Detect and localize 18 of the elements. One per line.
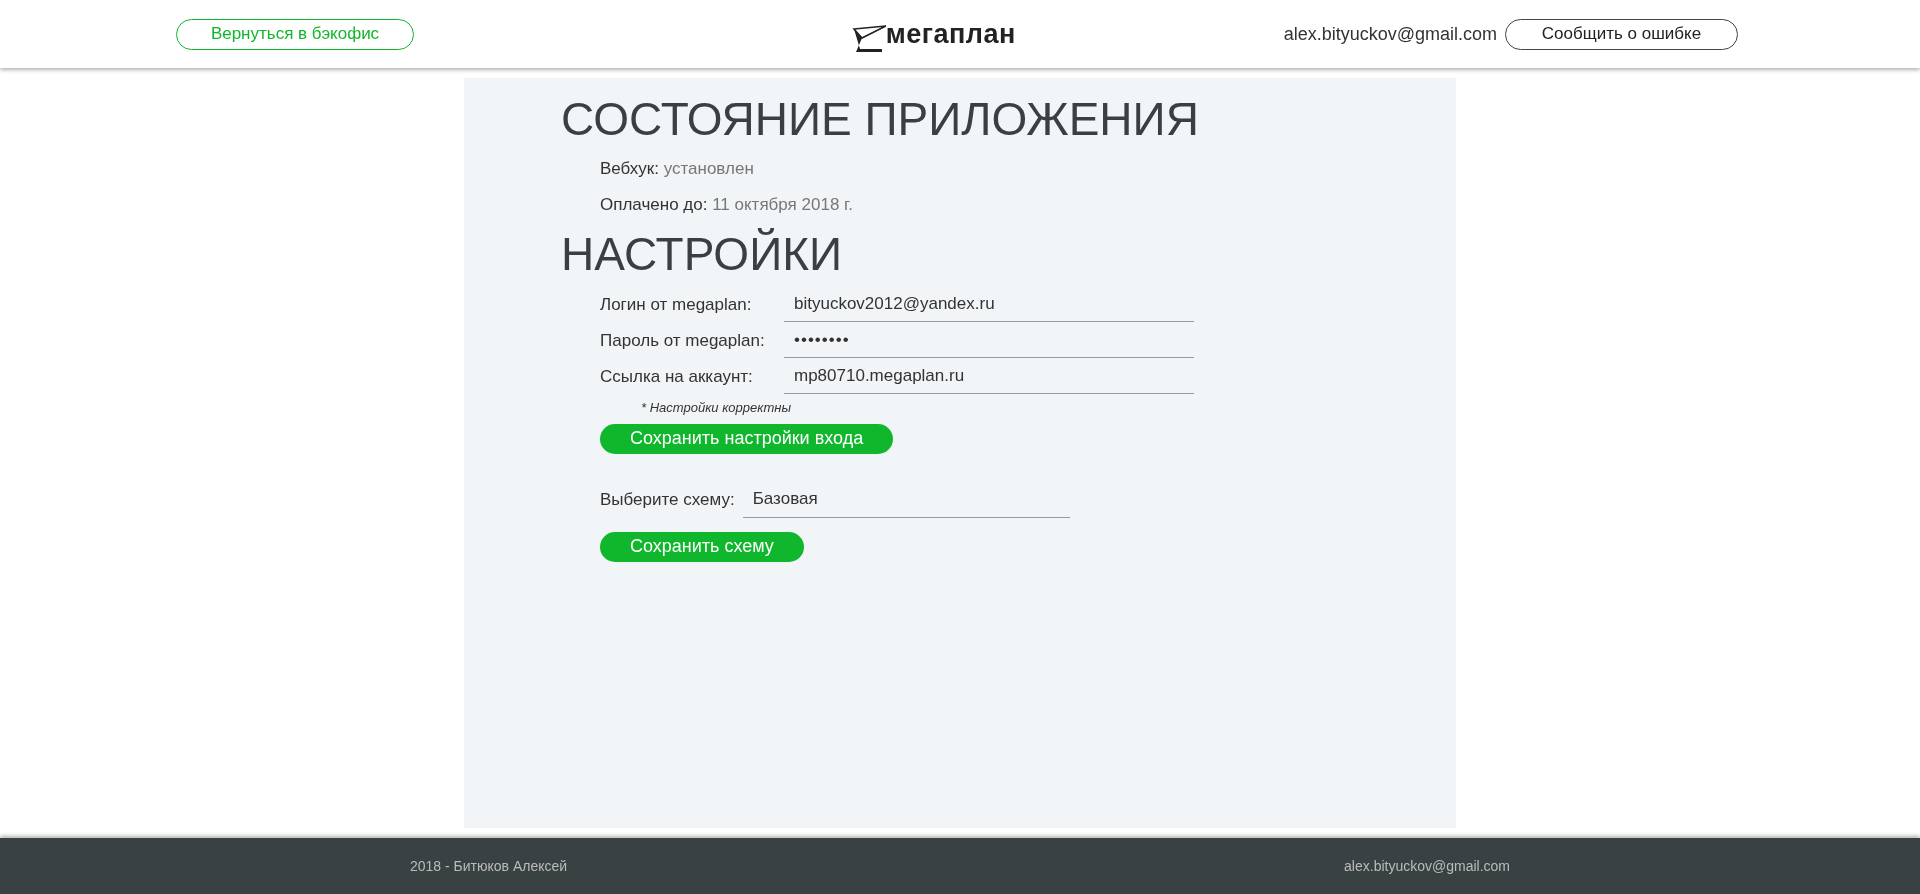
field-label: Логин от megaplan: xyxy=(600,293,753,316)
field-label: Ссылка на аккаунт: xyxy=(600,365,754,388)
input-field[interactable]: mp80710.megaplan.ru xyxy=(784,358,1194,395)
section-heading: СОСТОЯНИЕ ПРИЛОЖЕНИЯ xyxy=(561,92,1200,147)
input-field[interactable]: bityuckov2012@yandex.ru xyxy=(784,286,1194,323)
status-line: Вебхук: установлен xyxy=(600,158,755,181)
scheme-select[interactable]: Базовая xyxy=(742,481,1070,518)
password-field[interactable]: •••••••• xyxy=(784,322,1194,359)
field-label: Пароль от megaplan: xyxy=(600,329,766,352)
section-heading: НАСТРОЙКИ xyxy=(561,227,844,283)
status-line: Оплачено до: 11 октября 2018 г. xyxy=(600,194,854,217)
footer-email: alex.bityuckov@gmail.com xyxy=(1344,856,1510,876)
copyright-text: 2018 - Битюков Алексей xyxy=(410,856,568,876)
logo-text: мегаплан xyxy=(885,17,1016,51)
validation-note: * Настройки корректны xyxy=(641,399,793,418)
field-label: Выберите схему: xyxy=(600,489,735,512)
user-email: alex.bityuckov@gmail.com xyxy=(1283,22,1497,46)
paper-plane-logo-icon xyxy=(851,24,886,55)
